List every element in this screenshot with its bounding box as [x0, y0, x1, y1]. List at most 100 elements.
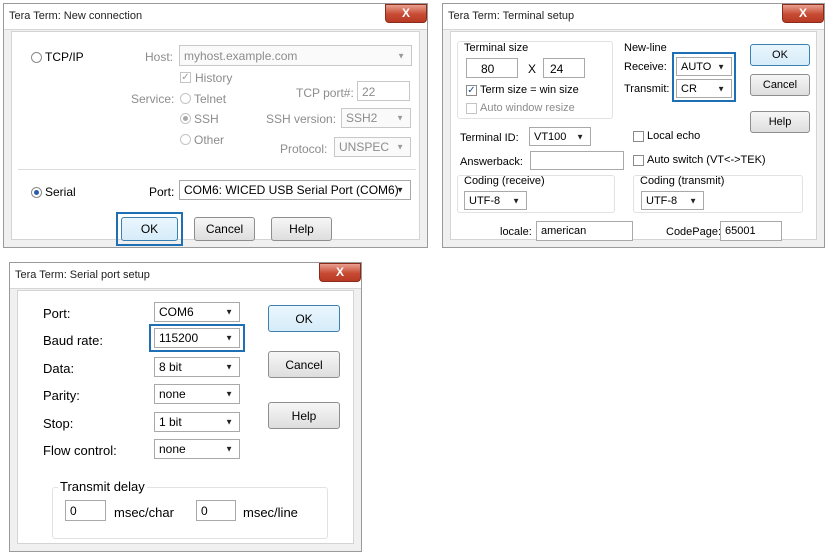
serial-setup-title: Tera Term: Serial port setup	[15, 269, 150, 281]
term-size-label: Term size = win size	[480, 84, 579, 96]
terminal-setup-close-button[interactable]: X	[782, 4, 824, 23]
new-connection-close-button[interactable]: X	[385, 4, 427, 23]
auto-window-label: Auto window resize	[480, 102, 575, 114]
ssh-version-combo[interactable]: SSH2 ▼	[341, 108, 411, 128]
new-connection-titlebar: Tera Term: New connection X	[4, 4, 427, 30]
port-combo[interactable]: COM6: WICED USB Serial Port (COM6) ▼	[179, 180, 411, 200]
terminal-setup-titlebar: Tera Term: Terminal setup X	[443, 4, 824, 30]
local-echo-label: Local echo	[647, 130, 701, 142]
chevron-down-icon: ▼	[225, 444, 233, 454]
line-delay-input[interactable]: 0	[196, 500, 236, 521]
protocol-label: Protocol:	[280, 142, 328, 156]
times-label: X	[528, 62, 537, 76]
coding-receive-value: UTF-8	[469, 194, 501, 207]
host-value: myhost.example.com	[184, 48, 298, 63]
codepage-input[interactable]: 65001	[720, 221, 782, 241]
baud-rate-label: Baud rate:	[43, 333, 103, 348]
coding-transmit-value: UTF-8	[646, 194, 678, 207]
data-value: 8 bit	[159, 360, 182, 374]
telnet-label: Telnet	[194, 92, 227, 106]
telnet-radio[interactable]	[180, 93, 191, 104]
flow-control-combo[interactable]: none ▼	[154, 439, 240, 459]
ok-button[interactable]: OK	[121, 217, 178, 241]
terminal-ok-label: OK	[772, 49, 788, 61]
terminal-help-label: Help	[768, 116, 792, 128]
baud-rate-value: 115200	[159, 331, 199, 345]
protocol-combo[interactable]: UNSPEC ▼	[334, 137, 411, 157]
baud-rate-combo[interactable]: 115200 ▼	[154, 328, 240, 348]
cancel-button-label: Cancel	[205, 222, 244, 236]
history-checkbox[interactable]: ✓	[180, 72, 191, 83]
terminal-setup-body: Terminal size 80 X 24 ✓ Term size = win …	[450, 31, 817, 241]
serial-cancel-button[interactable]: Cancel	[268, 351, 340, 378]
auto-switch-checkbox[interactable]	[633, 155, 644, 166]
ssh-version-label: SSH version:	[266, 112, 337, 126]
stop-label: Stop:	[43, 416, 74, 431]
local-echo-checkbox[interactable]	[633, 131, 644, 142]
auto-window-checkbox[interactable]	[466, 103, 477, 114]
other-radio[interactable]	[180, 134, 191, 145]
terminal-id-combo[interactable]: VT100 ▼	[529, 127, 591, 146]
chevron-down-icon: ▼	[225, 389, 233, 399]
tcpip-radio[interactable]	[31, 52, 42, 63]
parity-combo[interactable]: none ▼	[154, 384, 240, 404]
data-combo[interactable]: 8 bit ▼	[154, 357, 240, 377]
chevron-down-icon: ▼	[576, 132, 584, 141]
coding-transmit-label: Coding (transmit)	[640, 175, 725, 187]
serial-port-combo[interactable]: COM6 ▼	[154, 302, 240, 322]
transmit-label: Transmit:	[624, 83, 670, 95]
transmit-combo[interactable]: CR ▼	[676, 79, 732, 98]
char-delay-input[interactable]: 0	[65, 500, 106, 521]
answerback-label: Answerback:	[460, 156, 523, 168]
host-combo[interactable]: myhost.example.com ▼	[179, 45, 412, 66]
terminal-height-input[interactable]: 24	[543, 58, 585, 78]
serial-ok-button[interactable]: OK	[268, 305, 340, 332]
tcp-port-input[interactable]: 22	[357, 81, 410, 101]
serial-setup-dialog: Tera Term: Serial port setup X Port: COM…	[9, 262, 362, 552]
serial-label: Serial	[45, 185, 76, 199]
parity-value: none	[159, 387, 186, 401]
receive-label: Receive:	[624, 61, 667, 73]
auto-switch-label: Auto switch (VT<->TEK)	[647, 154, 766, 166]
terminal-help-button[interactable]: Help	[750, 111, 810, 133]
new-connection-dialog: Tera Term: New connection X TCP/IP Host:…	[3, 3, 428, 248]
serial-radio[interactable]	[31, 187, 42, 198]
terminal-ok-button[interactable]: OK	[750, 44, 810, 66]
char-delay-unit: msec/char	[114, 505, 174, 520]
stop-value: 1 bit	[159, 415, 182, 429]
help-button[interactable]: Help	[271, 217, 332, 241]
protocol-value: UNSPEC	[339, 140, 390, 154]
tcp-port-label: TCP port#:	[296, 86, 354, 100]
service-label: Service:	[131, 92, 175, 106]
terminal-cancel-button[interactable]: Cancel	[750, 74, 810, 96]
parity-label: Parity:	[43, 388, 80, 403]
term-size-checkbox[interactable]: ✓	[466, 85, 477, 96]
chevron-down-icon: ▼	[689, 196, 697, 205]
data-label: Data:	[43, 361, 75, 376]
history-label: History	[195, 71, 233, 85]
terminal-cancel-label: Cancel	[762, 79, 798, 91]
serial-help-label: Help	[291, 408, 317, 423]
terminal-setup-title: Tera Term: Terminal setup	[448, 10, 575, 22]
coding-receive-label: Coding (receive)	[464, 175, 545, 187]
stop-combo[interactable]: 1 bit ▼	[154, 412, 240, 432]
codepage-label: CodePage:	[666, 226, 722, 238]
coding-receive-combo[interactable]: UTF-8 ▼	[464, 191, 527, 210]
line-delay-unit: msec/line	[243, 505, 298, 520]
serial-help-button[interactable]: Help	[268, 402, 340, 429]
locale-label: locale:	[500, 226, 532, 238]
flow-control-value: none	[159, 442, 186, 456]
receive-combo[interactable]: AUTO ▼	[676, 57, 732, 76]
ok-button-label: OK	[140, 222, 159, 236]
flow-control-label: Flow control:	[43, 443, 117, 458]
serial-setup-close-button[interactable]: X	[319, 263, 361, 282]
locale-input[interactable]: american	[536, 221, 633, 241]
terminal-width-input[interactable]: 80	[466, 58, 518, 78]
ssh-radio[interactable]	[180, 113, 191, 124]
coding-transmit-combo[interactable]: UTF-8 ▼	[641, 191, 704, 210]
transmit-delay-label: Transmit delay	[58, 479, 147, 494]
answerback-input[interactable]	[530, 151, 624, 170]
chevron-down-icon: ▼	[396, 113, 404, 123]
chevron-down-icon: ▼	[512, 196, 520, 205]
cancel-button[interactable]: Cancel	[194, 217, 255, 241]
